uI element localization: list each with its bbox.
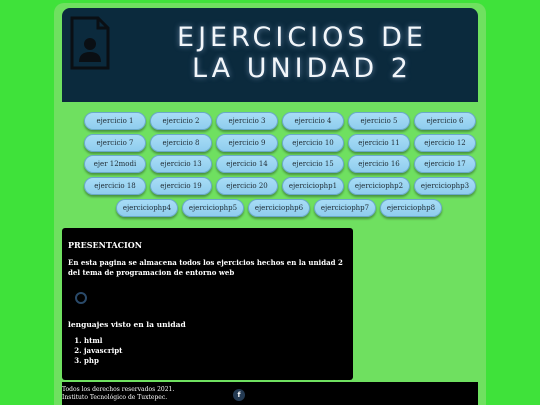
nav-button[interactable]: ejercicio 16 [348, 155, 410, 173]
language-item: php [84, 356, 122, 366]
language-item: html [84, 336, 122, 346]
nav-button[interactable]: ejer 12modi [84, 155, 146, 173]
presentation-card: PRESENTACION En esta pagina se almacena … [62, 228, 353, 380]
facebook-icon[interactable]: f [233, 389, 245, 401]
nav-button[interactable]: ejercicio 17 [414, 155, 476, 173]
presentation-description: En esta pagina se almacena todos los eje… [68, 258, 343, 277]
nav-button[interactable]: ejercicio 13 [150, 155, 212, 173]
nav-button[interactable]: ejercicio 2 [150, 112, 212, 130]
presentation-heading: PRESENTACION [68, 240, 143, 250]
nav-button[interactable]: ejercicio 18 [84, 177, 146, 195]
loading-spinner-icon [75, 292, 87, 304]
nav-button[interactable]: ejerciciophp8 [380, 199, 442, 217]
nav-button[interactable]: ejercicio 19 [150, 177, 212, 195]
nav-button[interactable]: ejerciciophp2 [348, 177, 410, 195]
languages-list: html javascript php [68, 336, 122, 366]
footer: Todos los derechos reservados 2021. Inst… [62, 382, 478, 405]
nav-button[interactable]: ejerciciophp1 [282, 177, 344, 195]
nav-button[interactable]: ejercicio 12 [414, 134, 476, 152]
nav-button[interactable]: ejercicio 7 [84, 134, 146, 152]
nav-button[interactable]: ejerciciophp5 [182, 199, 244, 217]
nav-button[interactable]: ejerciciophp7 [314, 199, 376, 217]
header-banner: EJERCICIOS DE LA UNIDAD 2 [62, 8, 478, 102]
nav-button[interactable]: ejercicio 1 [84, 112, 146, 130]
nav-button[interactable]: ejerciciophp4 [116, 199, 178, 217]
nav-button[interactable]: ejercicio 10 [282, 134, 344, 152]
nav-button[interactable]: ejercicio 8 [150, 134, 212, 152]
language-item: javascript [84, 346, 122, 356]
nav-button[interactable]: ejerciciophp6 [248, 199, 310, 217]
nav-button[interactable]: ejercicio 3 [216, 112, 278, 130]
page-title: EJERCICIOS DE LA UNIDAD 2 [177, 22, 427, 84]
nav-button[interactable]: ejercicio 4 [282, 112, 344, 130]
document-user-icon [70, 16, 110, 70]
nav-button[interactable]: ejercicio 14 [216, 155, 278, 173]
nav-button[interactable]: ejerciciophp3 [414, 177, 476, 195]
nav-button[interactable]: ejercicio 11 [348, 134, 410, 152]
nav-button[interactable]: ejercicio 5 [348, 112, 410, 130]
nav-button[interactable]: ejercicio 6 [414, 112, 476, 130]
footer-copyright: Todos los derechos reservados 2021. Inst… [62, 386, 175, 401]
nav-button[interactable]: ejercicio 15 [282, 155, 344, 173]
languages-heading: lenguajes visto en la unidad [68, 320, 186, 329]
nav-button[interactable]: ejercicio 9 [216, 134, 278, 152]
nav-button[interactable]: ejercicio 20 [216, 177, 278, 195]
